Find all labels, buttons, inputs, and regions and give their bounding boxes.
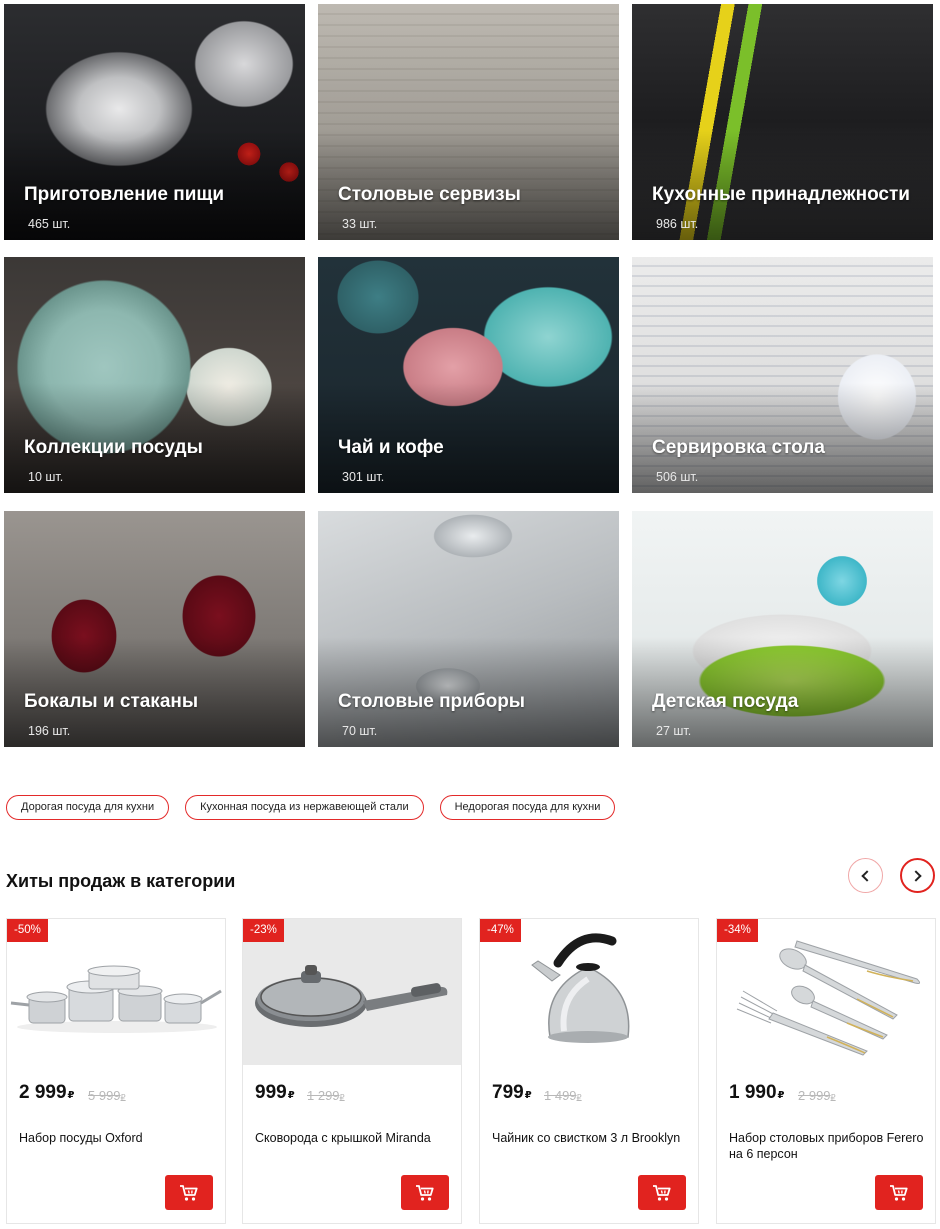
- cart-icon: [653, 1184, 671, 1201]
- add-to-cart-button[interactable]: [401, 1175, 449, 1210]
- category-count: 465 шт.: [28, 217, 71, 231]
- product-name[interactable]: Чайник со свистком 3 л Brooklyn: [492, 1131, 687, 1147]
- category-title: Кухонные принадлежности: [652, 184, 910, 205]
- cart-icon: [890, 1184, 908, 1201]
- chevron-left-icon: [861, 869, 873, 882]
- category-tile-dinner-sets[interactable]: Столовые сервизы 33 шт.: [318, 4, 619, 240]
- tag-stainless-cookware[interactable]: Кухонная посуда из нержавеющей стали: [185, 795, 424, 820]
- cart-icon: [416, 1184, 434, 1201]
- category-tile-collections[interactable]: Коллекции посуды 10 шт.: [4, 257, 305, 493]
- category-count: 301 шт.: [342, 470, 385, 484]
- discount-badge: -34%: [717, 919, 758, 942]
- product-card[interactable]: -34% 1 990₽ 2 999₽ Набор столовых прибор…: [716, 918, 936, 1224]
- category-tile-kids[interactable]: Детская посуда 27 шт.: [632, 511, 933, 747]
- tag-list: Дорогая посуда для кухни Кухонная посуда…: [6, 795, 616, 820]
- product-name[interactable]: Набор посуды Oxford: [19, 1131, 214, 1147]
- add-to-cart-button[interactable]: [638, 1175, 686, 1210]
- discount-badge: -23%: [243, 919, 284, 942]
- ruble-icon: ₽: [287, 1090, 295, 1101]
- product-price: 799₽: [492, 1082, 532, 1103]
- chevron-right-icon: [910, 869, 922, 882]
- product-old-price: 2 999₽: [798, 1088, 836, 1103]
- category-count: 33 шт.: [342, 217, 378, 231]
- category-tile-cutlery[interactable]: Столовые приборы 70 шт.: [318, 511, 619, 747]
- carousel-next-button[interactable]: [900, 858, 935, 893]
- category-tile-glasses[interactable]: Бокалы и стаканы 196 шт.: [4, 511, 305, 747]
- category-tile-kitchen-utensils[interactable]: Кухонные принадлежности 986 шт.: [632, 4, 933, 240]
- add-to-cart-button[interactable]: [875, 1175, 923, 1210]
- product-name[interactable]: Сковорода с крышкой Miranda: [255, 1131, 450, 1147]
- category-count: 506 шт.: [656, 470, 699, 484]
- category-title: Приготовление пищи: [24, 184, 225, 205]
- category-count: 10 шт.: [28, 470, 64, 484]
- category-title: Детская посуда: [652, 691, 799, 712]
- product-old-price: 1 299₽: [307, 1088, 345, 1103]
- add-to-cart-button[interactable]: [165, 1175, 213, 1210]
- category-title: Столовые сервизы: [338, 184, 521, 205]
- category-count: 986 шт.: [656, 217, 699, 231]
- tag-expensive-cookware[interactable]: Дорогая посуда для кухни: [6, 795, 170, 820]
- cart-icon: [180, 1184, 198, 1201]
- tag-cheap-cookware[interactable]: Недорогая посуда для кухни: [439, 795, 616, 820]
- category-title: Бокалы и стаканы: [24, 691, 199, 712]
- product-card[interactable]: -23% 999₽ 1 299₽ Сковорода с крышкой Mir…: [242, 918, 462, 1224]
- category-tile-tea-coffee[interactable]: Чай и кофе 301 шт.: [318, 257, 619, 493]
- discount-badge: -47%: [480, 919, 521, 942]
- product-price: 2 999₽: [19, 1082, 75, 1103]
- category-tile-cooking[interactable]: Приготовление пищи 465 шт.: [4, 4, 305, 240]
- product-card[interactable]: -47% 799₽ 1 499₽ Чайник со свистком 3 л …: [479, 918, 699, 1224]
- product-price: 1 990₽: [729, 1082, 785, 1103]
- category-title: Чай и кофе: [338, 437, 444, 458]
- product-card[interactable]: -50% 2 999₽ 5 999₽ Набор посуды Oxford: [6, 918, 226, 1224]
- category-title: Столовые приборы: [338, 691, 526, 712]
- ruble-icon: ₽: [67, 1090, 75, 1101]
- product-price: 999₽: [255, 1082, 295, 1103]
- product-old-price: 5 999₽: [88, 1088, 126, 1103]
- category-title: Коллекции посуды: [24, 437, 203, 458]
- category-count: 27 шт.: [656, 724, 692, 738]
- product-old-price: 1 499₽: [544, 1088, 582, 1103]
- category-title: Сервировка стола: [652, 437, 825, 458]
- product-name[interactable]: Набор столовых приборов Ferero на 6 перс…: [729, 1131, 924, 1162]
- category-count: 196 шт.: [28, 724, 71, 738]
- discount-badge: -50%: [7, 919, 48, 942]
- section-title: Хиты продаж в категории: [6, 871, 236, 891]
- category-count: 70 шт.: [342, 724, 378, 738]
- category-tile-table-setting[interactable]: Сервировка стола 506 шт.: [632, 257, 933, 493]
- ruble-icon: ₽: [777, 1090, 785, 1101]
- ruble-icon: ₽: [524, 1090, 532, 1101]
- carousel-prev-button[interactable]: [848, 858, 883, 893]
